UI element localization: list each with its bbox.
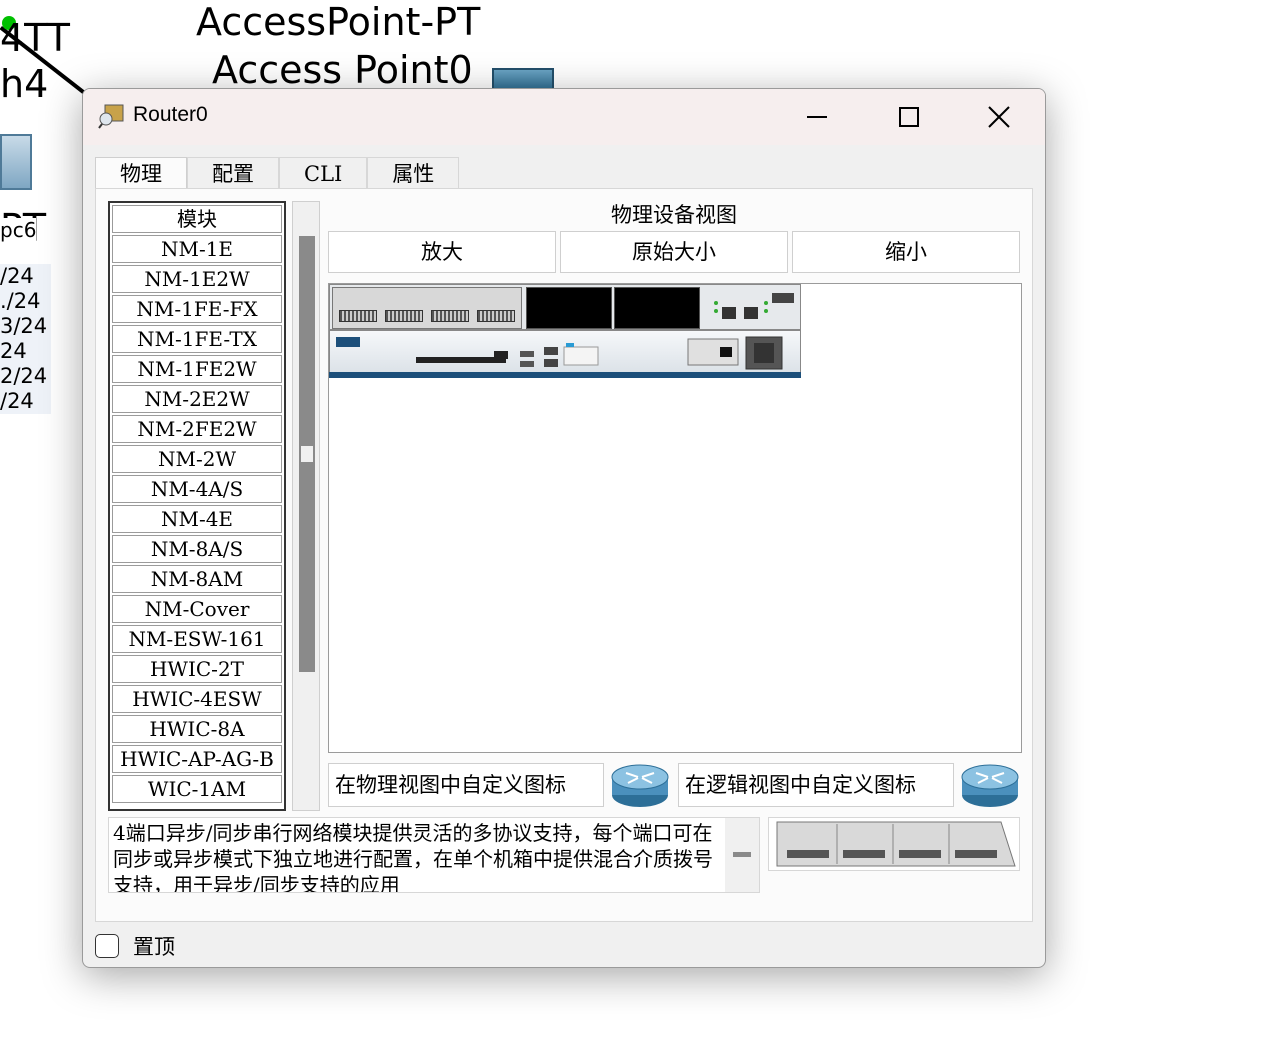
module-item[interactable]: HWIC-2T xyxy=(112,655,282,683)
serial-port[interactable] xyxy=(339,310,377,322)
module-item[interactable]: NM-8AM xyxy=(112,565,282,593)
always-on-top-label: 置顶 xyxy=(133,935,175,959)
physical-view-title: 物理设备视图 xyxy=(611,203,737,227)
module-item[interactable]: NM-1E2W xyxy=(112,265,282,293)
module-list: 模块 NM-1E NM-1E2W NM-1FE-FX NM-1FE-TX NM-… xyxy=(108,201,286,811)
bg-label-fragment: h4 xyxy=(0,62,49,106)
maximize-button[interactable] xyxy=(863,89,955,145)
tab-attributes[interactable]: 属性 xyxy=(367,157,460,189)
title-bar[interactable]: Router0 xyxy=(83,89,1045,145)
always-on-top-checkbox[interactable] xyxy=(95,934,119,958)
module-preview-image xyxy=(768,817,1020,871)
close-button[interactable] xyxy=(953,89,1045,145)
customize-logical-icon-button[interactable]: 在逻辑视图中自定义图标 xyxy=(678,763,954,807)
module-item[interactable]: NM-2E2W xyxy=(112,385,282,413)
customize-physical-icon-button[interactable]: 在物理视图中自定义图标 xyxy=(328,763,604,807)
router-module-bay xyxy=(329,284,801,330)
installed-serial-module[interactable] xyxy=(332,287,522,329)
router-icon xyxy=(611,764,669,807)
scrollbar-grip xyxy=(301,446,313,462)
module-item[interactable]: NM-8A/S xyxy=(112,535,282,563)
empty-wic-slot[interactable] xyxy=(526,287,612,329)
serial-port[interactable] xyxy=(385,310,423,322)
ip-address-list: /24 ./24 3/24 24 2/24 /24 xyxy=(0,264,52,414)
module-item[interactable]: NM-1FE-FX xyxy=(112,295,282,323)
window-title: Router0 xyxy=(133,103,208,126)
original-size-button[interactable]: 原始大小 xyxy=(560,231,788,273)
module-item[interactable]: NM-ESW-161 xyxy=(112,625,282,653)
module-list-scrollbar[interactable] xyxy=(292,201,320,811)
router-chassis-image[interactable] xyxy=(329,284,801,378)
maximize-icon xyxy=(899,107,919,127)
access-point-model-label: AccessPoint-PT xyxy=(196,0,481,44)
pc-device-icon[interactable] xyxy=(0,134,32,190)
front-panel-components xyxy=(336,336,783,370)
physical-device-view xyxy=(328,283,1022,753)
bg-label-fragment: 4TT xyxy=(0,16,70,60)
scrollbar-thumb[interactable] xyxy=(733,852,751,857)
tab-config[interactable]: 配置 xyxy=(187,157,279,189)
module-item[interactable]: NM-4A/S xyxy=(112,475,282,503)
minimize-icon xyxy=(807,116,827,118)
ip-fragment: 2/24 xyxy=(0,364,48,388)
physical-tab-panel: 模块 NM-1E NM-1E2W NM-1FE-FX NM-1FE-TX NM-… xyxy=(95,188,1033,922)
serial-module-picture xyxy=(776,821,1016,867)
router-app-icon xyxy=(98,104,124,129)
tab-bar: 物理 配置 CLI 属性 xyxy=(95,157,460,189)
zoom-in-button[interactable]: 放大 xyxy=(328,231,556,273)
serial-port[interactable] xyxy=(431,310,469,322)
router-config-window: Router0 物理 配置 CLI 属性 模块 NM-1E NM-1E2W NM… xyxy=(82,88,1046,968)
module-item[interactable]: NM-2FE2W xyxy=(112,415,282,443)
tab-physical[interactable]: 物理 xyxy=(95,157,187,189)
always-on-top-option[interactable]: 置顶 xyxy=(95,931,175,961)
ip-fragment: ./24 xyxy=(0,289,41,313)
zoom-out-button[interactable]: 缩小 xyxy=(792,231,1020,273)
module-item[interactable]: NM-1E xyxy=(112,235,282,263)
router-base-stripe xyxy=(329,372,801,378)
module-item[interactable]: HWIC-4ESW xyxy=(112,685,282,713)
module-item[interactable]: NM-1FE2W xyxy=(112,355,282,383)
bg-label-fragment: pc6 xyxy=(0,218,37,242)
module-item[interactable]: WIC-1AM xyxy=(112,775,282,803)
module-item[interactable]: NM-1FE-TX xyxy=(112,325,282,353)
module-description: 4端口异步/同步串行网络模块提供灵活的多协议支持，每个端口可在同步或异步模式下独… xyxy=(108,817,760,893)
module-item[interactable]: HWIC-AP-AG-B xyxy=(112,745,282,773)
serial-port[interactable] xyxy=(477,310,515,322)
description-scrollbar[interactable] xyxy=(725,818,759,892)
ip-fragment: /24 xyxy=(0,389,34,413)
module-item[interactable]: HWIC-8A xyxy=(112,715,282,743)
description-text: 4端口异步/同步串行网络模块提供灵活的多协议支持，每个端口可在同步或异步模式下独… xyxy=(113,821,713,893)
ip-fragment: /24 xyxy=(0,264,34,288)
ip-fragment: 3/24 xyxy=(0,314,48,338)
close-icon xyxy=(988,106,1010,128)
router-front-panel xyxy=(329,330,801,378)
access-point-name-label: Access Point0 xyxy=(212,48,473,92)
router-icon xyxy=(961,764,1019,807)
module-item[interactable]: NM-4E xyxy=(112,505,282,533)
module-item[interactable]: NM-Cover xyxy=(112,595,282,623)
empty-wic-slot[interactable] xyxy=(614,287,700,329)
tab-cli[interactable]: CLI xyxy=(279,157,368,189)
ip-fragment: 24 xyxy=(0,339,27,363)
module-list-header: 模块 xyxy=(112,205,282,233)
minimize-button[interactable] xyxy=(771,89,863,145)
module-item[interactable]: NM-2W xyxy=(112,445,282,473)
ethernet-ports[interactable] xyxy=(708,289,798,327)
